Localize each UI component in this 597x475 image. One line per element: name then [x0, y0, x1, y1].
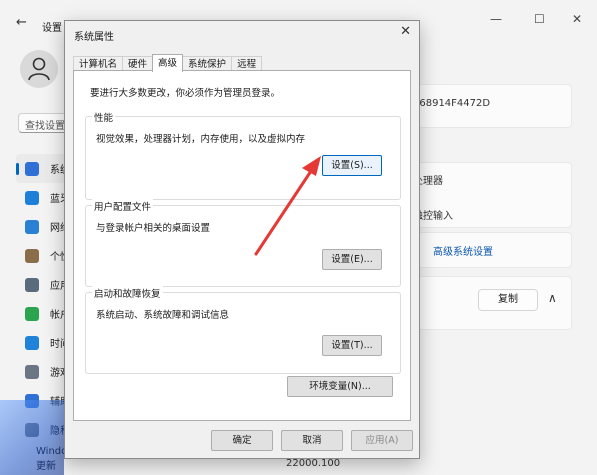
user-profile-settings-button[interactable]: 设置(E)...: [322, 249, 382, 270]
back-arrow-icon[interactable]: ←: [16, 15, 27, 30]
dialog-close-icon[interactable]: ✕: [400, 24, 411, 39]
performance-group: 性能 视觉效果，处理器计划，内存使用，以及虚拟内存 设置(S)...: [85, 110, 401, 200]
user-profile-title: 用户配置文件: [92, 199, 154, 213]
user-profile-group: 用户配置文件 与登录帐户相关的桌面设置 设置(E)...: [85, 199, 401, 287]
sidebar-item-icon: [25, 335, 39, 350]
advanced-panel: 要进行大多数更改，你必须作为管理员登录。 性能 视觉效果，处理器计划，内存使用，…: [73, 70, 411, 421]
wallpaper-fragment: [0, 400, 64, 475]
dialog-tabs: 计算机名 硬件 高级 系统保护 远程: [73, 54, 263, 72]
avatar[interactable]: [20, 50, 58, 88]
user-icon: [28, 57, 50, 81]
settings-title: 设置: [42, 23, 62, 34]
cancel-button[interactable]: 取消: [281, 430, 343, 451]
system-properties-dialog: 系统属性 ✕ 计算机名 硬件 高级 系统保护 远程 要进行大多数更改，你必须作为…: [64, 20, 420, 459]
sidebar-item-icon: [25, 306, 39, 321]
maximize-icon[interactable]: ☐: [534, 12, 545, 26]
device-id: 268914F4472D: [413, 98, 491, 109]
user-profile-desc: 与登录帐户相关的桌面设置: [96, 223, 211, 234]
minimize-icon[interactable]: —: [490, 12, 502, 26]
copy-button[interactable]: 复制: [478, 289, 538, 311]
startup-recovery-group: 启动和故障恢复 系统启动、系统故障和调试信息 设置(T)...: [85, 286, 401, 374]
dialog-title: 系统属性: [74, 32, 114, 43]
environment-variables-button[interactable]: 环境变量(N)...: [287, 376, 393, 397]
version-text: 22000.100: [286, 458, 341, 469]
sidebar-item-icon: [25, 277, 39, 292]
performance-desc: 视觉效果，处理器计划，内存使用，以及虚拟内存: [96, 134, 306, 145]
ok-button[interactable]: 确定: [211, 430, 273, 451]
startup-recovery-desc: 系统启动、系统故障和调试信息: [96, 310, 230, 321]
sidebar-item-icon: [25, 190, 39, 205]
startup-settings-button[interactable]: 设置(T)...: [322, 335, 382, 356]
sidebar-item-icon: [25, 248, 39, 263]
apply-button[interactable]: 应用(A): [351, 430, 413, 451]
tab-advanced[interactable]: 高级: [152, 54, 184, 72]
admin-notice: 要进行大多数更改，你必须作为管理员登录。: [90, 88, 281, 99]
sidebar-item-icon: [25, 161, 39, 176]
performance-settings-button[interactable]: 设置(S)...: [322, 155, 382, 176]
close-icon[interactable]: ✕: [572, 12, 582, 26]
sidebar-item-icon: [25, 364, 39, 379]
chevron-up-icon[interactable]: ∧: [548, 291, 557, 305]
advanced-system-settings-link[interactable]: 高级系统设置: [433, 243, 493, 258]
sidebar-item-icon: [25, 219, 39, 234]
startup-recovery-title: 启动和故障恢复: [92, 286, 163, 300]
performance-title: 性能: [92, 110, 116, 124]
